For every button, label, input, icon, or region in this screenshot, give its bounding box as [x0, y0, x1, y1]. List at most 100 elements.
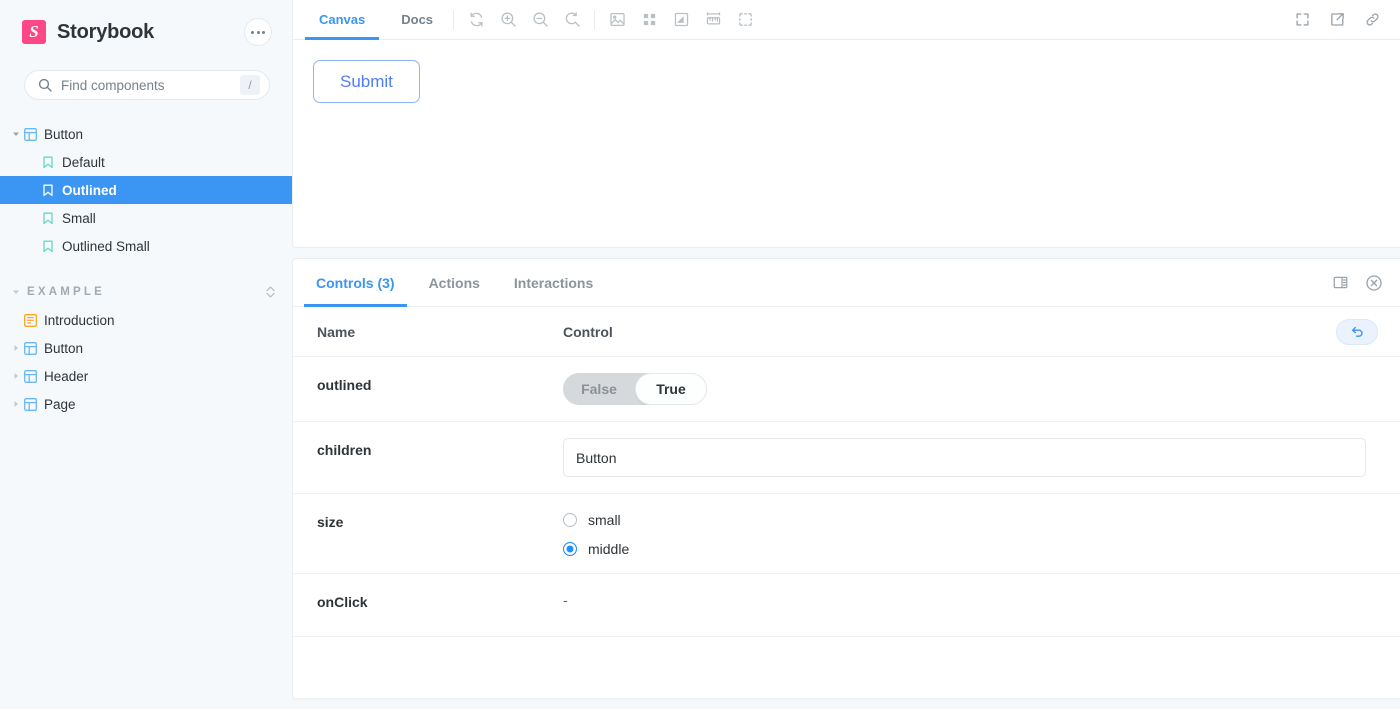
- radio-label-middle: middle: [588, 541, 630, 557]
- tree-item-small[interactable]: Small: [0, 204, 292, 232]
- storybook-logo-icon: S: [22, 20, 46, 44]
- control-value-size: small middle: [563, 494, 1400, 573]
- open-new-tab-icon[interactable]: [1323, 6, 1351, 34]
- tree-item-label: Button: [44, 340, 84, 356]
- remount-icon[interactable]: [462, 6, 490, 34]
- addon-panel-actions: [1328, 259, 1386, 306]
- tab-interactions[interactable]: Interactions: [502, 259, 605, 306]
- tree-item-example-button[interactable]: Button: [0, 334, 292, 362]
- control-row-onclick: onClick -: [293, 574, 1400, 637]
- sidebar-brand-row: S Storybook: [0, 0, 292, 64]
- reset-controls-button[interactable]: [1336, 318, 1378, 345]
- control-name-size: size: [317, 514, 344, 530]
- boolean-toggle-outlined[interactable]: False True: [563, 373, 707, 405]
- addon-tab-bar: Controls (3) Actions Interactions: [293, 259, 1400, 307]
- preview-submit-button[interactable]: Submit: [313, 60, 420, 103]
- radio-group-size: small middle: [563, 510, 629, 557]
- tree-item-introduction[interactable]: Introduction: [0, 306, 292, 334]
- grid-icon[interactable]: [635, 6, 663, 34]
- tree-item-label: Introduction: [44, 312, 115, 328]
- zoom-reset-icon[interactable]: [558, 6, 586, 34]
- tree-item-example-header[interactable]: Header: [0, 362, 292, 390]
- boolean-option-false[interactable]: False: [563, 373, 635, 405]
- tab-canvas-label: Canvas: [319, 12, 366, 27]
- zoom-controls-group: [460, 0, 588, 39]
- canvas-toolbar: Canvas Docs: [293, 0, 1400, 40]
- sidebar-section-example[interactable]: EXAMPLE: [0, 278, 292, 306]
- boolean-option-true[interactable]: True: [635, 373, 707, 405]
- app-title: Storybook: [57, 20, 155, 43]
- tree-item-label: Header: [44, 368, 89, 384]
- sort-updown-icon[interactable]: [265, 285, 276, 299]
- ellipsis-icon: [251, 30, 265, 34]
- search-icon: [38, 78, 52, 92]
- outline-icon[interactable]: [731, 6, 759, 34]
- section-label: EXAMPLE: [27, 286, 105, 298]
- tab-actions[interactable]: Actions: [417, 259, 492, 306]
- radio-dot-checked-icon: [563, 542, 577, 556]
- tree-item-default[interactable]: Default: [0, 148, 292, 176]
- storybook-app: S Storybook Find components / Button Def…: [0, 0, 1400, 709]
- story-bookmark-icon: [40, 154, 56, 170]
- toolbar-divider-2: [594, 9, 596, 30]
- radio-option-small[interactable]: small: [563, 512, 629, 528]
- tree-item-label: Outlined Small: [62, 238, 150, 254]
- tab-interactions-label: Interactions: [513, 274, 594, 291]
- tab-docs-label: Docs: [401, 12, 434, 27]
- theme-icon[interactable]: [667, 6, 695, 34]
- zoom-out-icon[interactable]: [526, 6, 554, 34]
- column-header-control: Control: [563, 323, 613, 340]
- component-icon: [22, 340, 38, 356]
- control-empty-dash: -: [563, 592, 568, 608]
- main-area: Canvas Docs Submit Controls (3) Actions …: [292, 0, 1400, 709]
- controls-table: Name Control outlined False True childre…: [293, 307, 1400, 698]
- toolbar-left-group: Canvas Docs: [293, 0, 1286, 40]
- tree-item-label: Button: [44, 126, 84, 142]
- tab-actions-label: Actions: [428, 274, 480, 291]
- tree-item-label: Page: [44, 396, 76, 412]
- column-header-name: Name: [317, 323, 356, 340]
- tab-controls-label: Controls (3): [316, 274, 395, 291]
- control-value-onclick: -: [563, 574, 1400, 624]
- control-value-children: [563, 422, 1400, 493]
- control-value-outlined: False True: [563, 357, 1400, 421]
- zoom-in-icon[interactable]: [494, 6, 522, 34]
- column-header-control-wrap: Control: [563, 318, 1400, 345]
- component-icon: [22, 396, 38, 412]
- control-row-size: size small middle: [293, 494, 1400, 574]
- search-input[interactable]: Find components /: [24, 70, 270, 100]
- sidebar: S Storybook Find components / Button Def…: [0, 0, 292, 709]
- children-input-wrap: [563, 438, 1378, 477]
- close-panel-icon[interactable]: [1362, 271, 1386, 295]
- fullscreen-icon[interactable]: [1288, 6, 1316, 34]
- tab-docs[interactable]: Docs: [387, 0, 447, 39]
- copy-link-icon[interactable]: [1358, 6, 1386, 34]
- addon-tools-group: [601, 0, 761, 39]
- tree-item-button-root[interactable]: Button: [0, 120, 292, 148]
- story-bookmark-icon: [40, 238, 56, 254]
- tree-item-outlined-small[interactable]: Outlined Small: [0, 232, 292, 260]
- tab-controls[interactable]: Controls (3): [304, 259, 407, 307]
- chevron-down-icon: [10, 288, 22, 296]
- radio-dot-unchecked-icon: [563, 513, 577, 527]
- control-name-onclick: onClick: [317, 594, 368, 610]
- children-text-input[interactable]: [563, 438, 1366, 477]
- tree-item-example-page[interactable]: Page: [0, 390, 292, 418]
- measure-ruler-icon[interactable]: [699, 6, 727, 34]
- chevron-right-icon: [10, 372, 22, 380]
- control-name-outlined: outlined: [317, 377, 372, 393]
- layout-toggle-icon[interactable]: [1328, 271, 1352, 295]
- canvas-panel: Canvas Docs Submit: [292, 0, 1400, 248]
- toolbar-divider: [453, 9, 455, 30]
- chevron-right-icon: [10, 344, 22, 352]
- tree-item-label: Outlined: [62, 182, 117, 198]
- background-image-icon[interactable]: [603, 6, 631, 34]
- radio-option-middle[interactable]: middle: [563, 541, 629, 557]
- component-icon: [22, 126, 38, 142]
- sidebar-menu-button[interactable]: [244, 18, 272, 46]
- tree-item-outlined[interactable]: Outlined: [0, 176, 292, 204]
- control-row-outlined: outlined False True: [293, 357, 1400, 422]
- controls-table-header: Name Control: [293, 307, 1400, 357]
- tab-canvas[interactable]: Canvas: [305, 0, 380, 40]
- control-row-children: children: [293, 422, 1400, 494]
